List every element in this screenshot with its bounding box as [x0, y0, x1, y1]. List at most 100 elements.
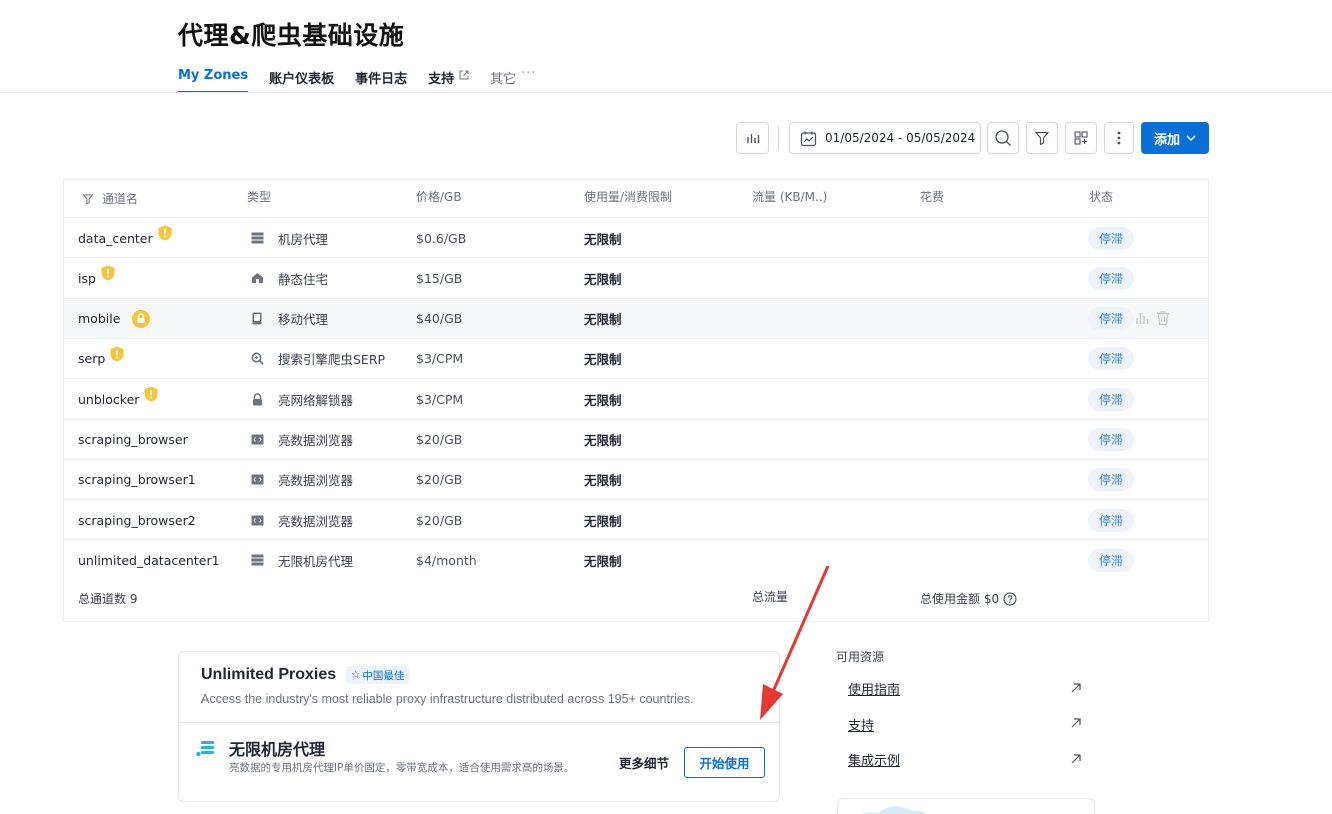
zone-name-cell[interactable]: unblocker	[78, 379, 158, 419]
zone-name-cell[interactable]: scraping_browser	[78, 420, 188, 460]
status-badge: 停滞	[1088, 508, 1135, 532]
status-badge: 停滞	[1088, 428, 1135, 451]
get-started-button[interactable]: 开始使用	[684, 747, 765, 778]
zone-name: unblocker	[78, 391, 140, 407]
zone-price: $20/GB	[416, 432, 463, 447]
datacenter-stack-icon	[196, 741, 214, 757]
resource-link-support[interactable]: 支持	[848, 715, 874, 734]
toolbar-divider	[778, 126, 779, 150]
columns-button[interactable]	[1065, 122, 1097, 154]
table-row[interactable]: unblocker 亮网络解锁器 $3/CPM 无限制 停滞	[64, 378, 1208, 418]
zone-type: 搜索引擎爬虫SERP	[278, 352, 386, 368]
zone-name-cell[interactable]: scraping_browser1	[78, 460, 196, 500]
grid-add-icon	[1074, 131, 1088, 145]
bar-chart-icon	[746, 134, 759, 143]
zone-name: scraping_browser	[78, 432, 188, 447]
zone-type-cell: 静态住宅	[250, 258, 328, 298]
table-row[interactable]: data_center 机房代理 $0.6/GB 无限制 停滞	[64, 217, 1208, 257]
help-icon[interactable]	[1003, 592, 1017, 606]
arrow-up-right-icon[interactable]	[1069, 681, 1083, 695]
total-cost: 总使用金额 $0	[920, 590, 1017, 607]
resource-link-guide[interactable]: 使用指南	[848, 679, 900, 698]
date-range-picker[interactable]: 01/05/2024 - 05/05/2024	[789, 122, 981, 154]
table-row[interactable]: scraping_browser2 亮数据浏览器 $20/GB 无限制 停滞	[64, 499, 1208, 539]
zone-name-cell[interactable]: isp	[78, 258, 115, 298]
table-row[interactable]: serp 搜索引擎爬虫SERP $3/CPM 无限制 停滞	[64, 337, 1208, 379]
zone-name-cell[interactable]: scraping_browser2	[78, 500, 196, 540]
tab-account-dashboard[interactable]: 账户仪表板	[269, 66, 334, 93]
zone-type: 亮网络解锁器	[278, 392, 354, 408]
zone-type: 静态住宅	[278, 271, 329, 287]
filter-button[interactable]	[1026, 122, 1058, 154]
arrow-up-right-icon[interactable]	[1069, 752, 1083, 766]
column-header-traffic[interactable]: 流量 (KB/M..)	[752, 188, 827, 205]
trash-icon[interactable]	[1156, 310, 1170, 326]
tab-event-log[interactable]: 事件日志	[355, 66, 407, 93]
table-row[interactable]: mobile 移动代理 $40/GB 无限制 停滞	[64, 297, 1208, 339]
zone-name: serp	[78, 351, 106, 367]
product-name: 无限机房代理	[229, 740, 326, 759]
more-options-button[interactable]	[1104, 122, 1134, 154]
total-zones: 总通道数 9	[78, 592, 138, 606]
column-header-name[interactable]: 通道名	[82, 190, 138, 207]
column-header-usage[interactable]: 使用量/消费限制	[584, 188, 672, 205]
zone-usage: 无限制	[584, 392, 622, 408]
zone-name: scraping_browser2	[78, 512, 196, 528]
column-header-cost[interactable]: 花费	[920, 188, 944, 205]
table-row[interactable]: unlimited_datacenter1 无限机房代理 $4/month 无限制 停滞	[64, 539, 1208, 579]
resource-card[interactable]	[837, 798, 1095, 814]
resource-link-integration[interactable]: 集成示例	[848, 750, 900, 769]
zone-usage: 无限制	[584, 433, 622, 448]
kebab-icon	[1117, 131, 1121, 145]
zone-name-cell[interactable]: unlimited_datacenter1	[78, 540, 220, 580]
tab-my-zones[interactable]: My Zones	[178, 66, 249, 93]
status-badge: 停滞	[1088, 468, 1135, 492]
arrow-up-right-icon[interactable]	[1069, 716, 1083, 730]
zones-table: 通道名 类型 价格/GB 使用量/消费限制 流量 (KB/M..) 花费 状态 …	[63, 179, 1209, 622]
zone-usage: 无限制	[584, 231, 622, 247]
column-header-price[interactable]: 价格/GB	[416, 188, 462, 205]
tab-more[interactable]: 其它 ···	[490, 66, 536, 93]
unlimited-proxies-card: Unlimited Proxies ☆ 中国最佳 Access the indu…	[178, 651, 780, 802]
zone-type-cell: 亮数据浏览器	[250, 500, 353, 540]
zone-type-cell: 搜索引擎爬虫SERP	[250, 339, 385, 379]
zone-status-cell: 停滞	[1088, 299, 1135, 339]
zone-name-cell[interactable]: mobile	[78, 299, 151, 339]
add-button-label: 添加	[1153, 132, 1180, 148]
column-header-type[interactable]: 类型	[247, 188, 271, 205]
zone-name: scraping_browser1	[78, 472, 196, 488]
table-row[interactable]: isp 静态住宅 $15/GB 无限制 停滞	[64, 257, 1208, 297]
card-divider	[179, 722, 779, 723]
status-badge: 停滞	[1088, 347, 1135, 371]
search-button[interactable]	[987, 122, 1019, 154]
shield-warning-icon	[110, 346, 124, 362]
zone-name-cell[interactable]: serp	[78, 339, 124, 379]
best-tag-label: 中国最佳	[362, 669, 405, 682]
zone-name: mobile	[78, 311, 121, 327]
zone-price: $20/GB	[416, 512, 463, 528]
zone-status-cell: 停滞	[1088, 218, 1135, 258]
table-row[interactable]: scraping_browser 亮数据浏览器 $20/GB 无限制 停滞	[64, 418, 1208, 460]
column-header-status[interactable]: 状态	[1089, 188, 1113, 205]
table-row[interactable]: scraping_browser1 亮数据浏览器 $20/GB 无限制 停滞	[64, 458, 1208, 500]
add-button[interactable]: 添加	[1141, 122, 1209, 154]
zone-usage: 无限制	[584, 352, 622, 368]
total-traffic: 总流量	[752, 590, 789, 604]
zone-price: $3/CPM	[416, 351, 464, 367]
zone-type-cell: 亮网络解锁器	[250, 379, 353, 419]
filter-icon	[1035, 131, 1049, 146]
bar-chart-icon[interactable]	[1134, 310, 1150, 326]
zone-name-cell[interactable]: data_center	[78, 218, 172, 258]
zone-name: isp	[78, 270, 96, 286]
zone-type-cell: 机房代理	[250, 218, 328, 258]
zone-usage: 无限制	[584, 513, 622, 529]
home-icon	[250, 272, 264, 284]
status-badge: 停滞	[1088, 266, 1135, 290]
tab-support[interactable]: 支持	[428, 66, 469, 93]
chart-view-button[interactable]	[736, 122, 769, 154]
status-badge: 停滞	[1088, 307, 1135, 331]
more-details-link[interactable]: 更多细节	[619, 753, 669, 772]
status-badge: 停滞	[1088, 387, 1135, 411]
zone-status-cell: 停滞	[1088, 258, 1135, 298]
tab-label: 其它	[490, 72, 517, 87]
